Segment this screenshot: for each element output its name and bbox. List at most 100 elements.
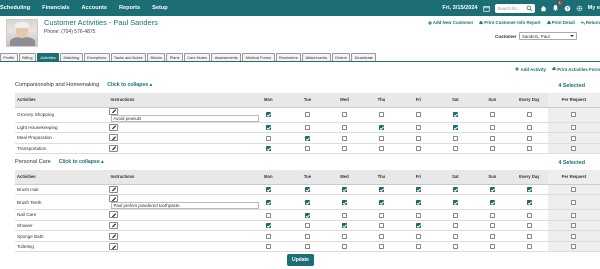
help-icon[interactable]: ?: [564, 5, 571, 12]
day-checkbox[interactable]: [415, 146, 421, 152]
edit-instruction-button[interactable]: [108, 221, 118, 229]
day-checkbox[interactable]: [526, 233, 532, 239]
customer-select[interactable]: Sanders, Paul: [519, 32, 577, 40]
day-checkbox[interactable]: [526, 244, 532, 250]
edit-instruction-button[interactable]: [108, 243, 118, 251]
tab-medical-forms[interactable]: Medical Forms: [242, 53, 275, 61]
day-checkbox[interactable]: [489, 146, 495, 152]
print-activities-form-link[interactable]: Print Activities Form: [552, 67, 600, 72]
day-checkbox[interactable]: [378, 223, 384, 229]
nav-financials[interactable]: Financials: [36, 5, 75, 11]
day-checkbox[interactable]: [378, 233, 384, 239]
day-checkbox[interactable]: [304, 233, 310, 239]
day-checkbox[interactable]: [489, 212, 495, 218]
day-checkbox[interactable]: [378, 112, 384, 118]
edit-instruction-button[interactable]: [108, 185, 118, 193]
day-checkbox[interactable]: [304, 199, 310, 205]
day-checkbox[interactable]: [452, 186, 458, 192]
day-checkbox[interactable]: [341, 199, 347, 205]
day-checkbox[interactable]: [265, 135, 271, 141]
tab-assessments[interactable]: Assessments: [211, 53, 242, 61]
add-new-customer-link[interactable]: Add New Customer: [427, 20, 473, 25]
day-checkbox[interactable]: [489, 135, 495, 141]
edit-instruction-button[interactable]: [108, 232, 118, 240]
day-checkbox[interactable]: [304, 124, 310, 130]
settings-icon[interactable]: [576, 5, 583, 12]
day-checkbox[interactable]: [378, 186, 384, 192]
tab-exceptions[interactable]: Exceptions: [83, 53, 110, 61]
search-input[interactable]: Search for...: [494, 3, 535, 13]
calendar-icon[interactable]: [482, 5, 490, 12]
tab-billing[interactable]: Billing: [18, 53, 36, 61]
day-checkbox[interactable]: [571, 112, 577, 118]
day-checkbox[interactable]: [415, 112, 421, 118]
day-checkbox[interactable]: [304, 146, 310, 152]
edit-instruction-button[interactable]: [108, 134, 118, 142]
instruction-text[interactable]: Avoid peanuts: [110, 114, 259, 122]
day-checkbox[interactable]: [571, 124, 577, 130]
day-checkbox[interactable]: [489, 186, 495, 192]
collapse-toggle[interactable]: Click to collapse ▴: [107, 82, 152, 88]
day-checkbox[interactable]: [571, 244, 577, 250]
day-checkbox[interactable]: [452, 223, 458, 229]
day-checkbox[interactable]: [265, 146, 271, 152]
day-checkbox[interactable]: [452, 244, 458, 250]
day-checkbox[interactable]: [571, 186, 577, 192]
tab-blocks[interactable]: Blocks: [147, 53, 166, 61]
day-checkbox[interactable]: [489, 199, 495, 205]
home-icon[interactable]: [540, 5, 547, 12]
day-checkbox[interactable]: [265, 233, 271, 239]
day-checkbox[interactable]: [571, 212, 577, 218]
day-checkbox[interactable]: [341, 112, 347, 118]
day-checkbox[interactable]: [526, 146, 532, 152]
tab-attachments[interactable]: Attachments: [302, 53, 331, 61]
day-checkbox[interactable]: [571, 223, 577, 229]
day-checkbox[interactable]: [415, 223, 421, 229]
tab-orders[interactable]: Orders: [331, 53, 351, 61]
edit-instruction-button[interactable]: [108, 211, 118, 219]
day-checkbox[interactable]: [378, 199, 384, 205]
add-activity-link[interactable]: Add Activity: [515, 67, 546, 72]
day-checkbox[interactable]: [489, 223, 495, 229]
tab-tasks-and-notes[interactable]: Tasks and Notes: [110, 53, 147, 61]
edit-instruction-button[interactable]: [108, 144, 118, 152]
day-checkbox[interactable]: [265, 244, 271, 250]
day-checkbox[interactable]: [415, 124, 421, 130]
return-link[interactable]: Return: [580, 20, 600, 25]
account-menu[interactable]: My e: [588, 5, 600, 11]
collapse-toggle[interactable]: Click to collapse ▴: [59, 159, 104, 165]
notifications-button[interactable]: 1: [552, 1, 562, 12]
day-checkbox[interactable]: [265, 186, 271, 192]
day-checkbox[interactable]: [304, 112, 310, 118]
nav-scheduling[interactable]: Scheduling: [0, 5, 36, 11]
day-checkbox[interactable]: [378, 244, 384, 250]
search-icon[interactable]: [526, 5, 533, 12]
day-checkbox[interactable]: [526, 112, 532, 118]
day-checkbox[interactable]: [341, 124, 347, 130]
nav-setup[interactable]: Setup: [146, 5, 174, 11]
day-checkbox[interactable]: [378, 124, 384, 130]
day-checkbox[interactable]: [571, 135, 577, 141]
day-checkbox[interactable]: [526, 223, 532, 229]
day-checkbox[interactable]: [378, 212, 384, 218]
day-checkbox[interactable]: [304, 244, 310, 250]
day-checkbox[interactable]: [304, 135, 310, 141]
day-checkbox[interactable]: [378, 135, 384, 141]
day-checkbox[interactable]: [415, 212, 421, 218]
day-checkbox[interactable]: [304, 212, 310, 218]
day-checkbox[interactable]: [378, 146, 384, 152]
day-checkbox[interactable]: [341, 244, 347, 250]
nav-accounts[interactable]: Accounts: [76, 5, 114, 11]
day-checkbox[interactable]: [341, 135, 347, 141]
day-checkbox[interactable]: [452, 112, 458, 118]
nav-reports[interactable]: Reports: [113, 5, 146, 11]
day-checkbox[interactable]: [571, 199, 577, 205]
update-button[interactable]: Update: [287, 254, 314, 266]
day-checkbox[interactable]: [452, 124, 458, 130]
day-checkbox[interactable]: [341, 223, 347, 229]
day-checkbox[interactable]: [526, 186, 532, 192]
day-checkbox[interactable]: [526, 199, 532, 205]
day-checkbox[interactable]: [415, 135, 421, 141]
tab-reminders[interactable]: Reminders: [275, 53, 302, 61]
day-checkbox[interactable]: [571, 146, 577, 152]
